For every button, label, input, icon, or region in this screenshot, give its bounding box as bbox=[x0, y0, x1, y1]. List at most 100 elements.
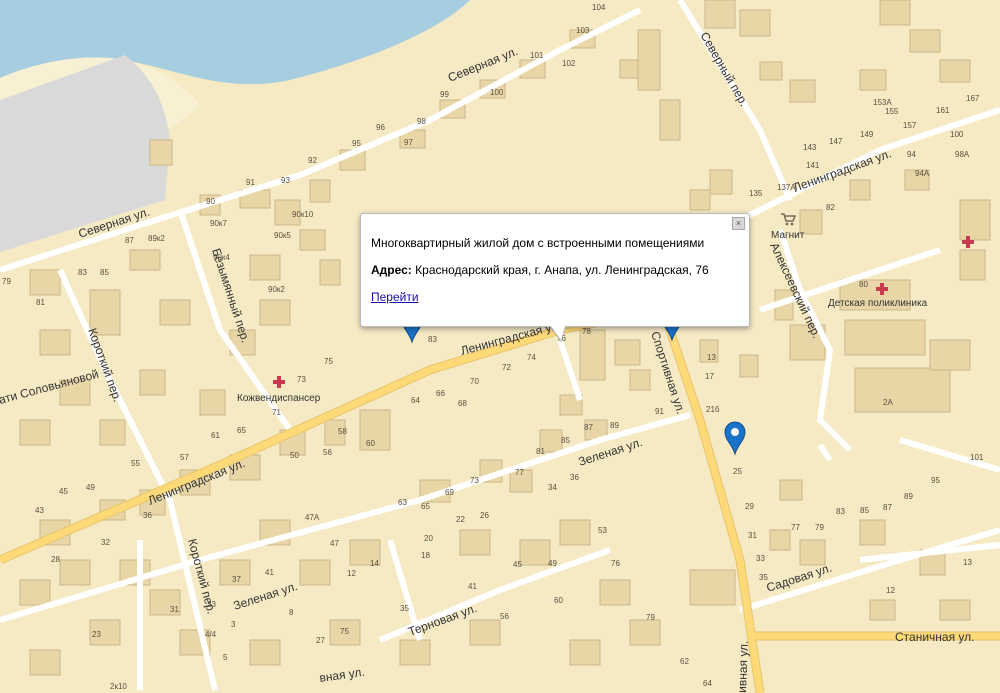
house-number: 55 bbox=[131, 459, 140, 468]
house-number: 18 bbox=[421, 551, 430, 560]
house-number: 64 bbox=[703, 679, 712, 688]
house-number: 37 bbox=[232, 575, 241, 584]
house-number: 47 bbox=[330, 539, 339, 548]
house-number: 2к10 bbox=[110, 682, 127, 691]
house-number: 70 bbox=[470, 377, 479, 386]
popup-tail bbox=[551, 326, 565, 340]
house-number: 91 bbox=[655, 407, 664, 416]
house-number: 3 bbox=[231, 620, 236, 629]
house-number: 36 bbox=[143, 511, 152, 520]
house-number: 97 bbox=[404, 138, 413, 147]
house-number: 101 bbox=[530, 51, 544, 60]
poi-label: Кожвендиспансер bbox=[237, 393, 321, 404]
house-number: 64 bbox=[411, 396, 420, 405]
house-number: 83 bbox=[78, 268, 87, 277]
house-number: 29 bbox=[745, 502, 754, 511]
poi-label: Детская поликлиника bbox=[828, 298, 928, 309]
house-number: 102 bbox=[562, 59, 576, 68]
house-number: 65 bbox=[237, 426, 246, 435]
house-number: 4/4 bbox=[205, 630, 217, 639]
house-number: 49 bbox=[86, 483, 95, 492]
house-number: 69 bbox=[445, 488, 454, 497]
house-number: 100 bbox=[950, 130, 964, 139]
house-number: 85 bbox=[100, 268, 109, 277]
house-number: 62 bbox=[680, 657, 689, 666]
house-number: 94 bbox=[907, 150, 916, 159]
house-number: 87 bbox=[125, 236, 134, 245]
house-number: 90 bbox=[206, 197, 215, 206]
house-number: 58 bbox=[338, 427, 347, 436]
house-number: 17 bbox=[705, 372, 714, 381]
house-number: 63 bbox=[398, 498, 407, 507]
house-number: 21б bbox=[706, 405, 720, 414]
house-number: 77 bbox=[791, 523, 800, 532]
house-number: 14 bbox=[370, 559, 379, 568]
house-number: 95 bbox=[352, 139, 361, 148]
house-number: 25 bbox=[733, 467, 742, 476]
popup-address-value: Краснодарский края, г. Анапа, ул. Ленинг… bbox=[415, 263, 709, 277]
house-number: 89 bbox=[610, 421, 619, 430]
house-number: 79 bbox=[815, 523, 824, 532]
house-number: 99 bbox=[440, 90, 449, 99]
house-number: 73 bbox=[297, 375, 306, 384]
house-number: 90к5 bbox=[274, 231, 291, 240]
house-number: 2А bbox=[883, 398, 893, 407]
house-number: 93 bbox=[281, 176, 290, 185]
house-number: 157 bbox=[903, 121, 917, 130]
house-number: 33 bbox=[756, 554, 765, 563]
house-number: 47А bbox=[305, 513, 320, 522]
house-number: 104 bbox=[592, 3, 606, 12]
house-number: 91 bbox=[246, 178, 255, 187]
house-number: 41 bbox=[468, 582, 477, 591]
house-number: 143 bbox=[803, 143, 817, 152]
house-number: 90к10 bbox=[292, 210, 314, 219]
house-number: 45 bbox=[513, 560, 522, 569]
house-number: 90к4 bbox=[213, 253, 230, 262]
close-icon[interactable]: × bbox=[732, 217, 745, 230]
house-number: 100 bbox=[490, 88, 504, 97]
house-number: 74 bbox=[527, 353, 536, 362]
house-number: 45 bbox=[59, 487, 68, 496]
poi-label: Магнит bbox=[771, 230, 805, 241]
house-number: 89 bbox=[904, 492, 913, 501]
house-number: 27 bbox=[316, 636, 325, 645]
house-number: 66 bbox=[436, 389, 445, 398]
house-number: 85 bbox=[860, 506, 869, 515]
house-number: 98 bbox=[417, 117, 426, 126]
house-number: 60 bbox=[366, 439, 375, 448]
house-number: 50 bbox=[290, 451, 299, 460]
house-number: 32 bbox=[101, 538, 110, 547]
house-number: 98А bbox=[955, 150, 970, 159]
house-number: 80 bbox=[859, 280, 868, 289]
house-number: 155 bbox=[885, 107, 899, 116]
house-number: 26 bbox=[480, 511, 489, 520]
house-number: 147 bbox=[829, 137, 843, 146]
map-canvas[interactable]: Северная ул. Северная ул. Северный пер. … bbox=[0, 0, 1000, 693]
house-number: 53 bbox=[598, 526, 607, 535]
house-number: 31 bbox=[170, 605, 179, 614]
house-number: 65 bbox=[421, 502, 430, 511]
house-number: 149 bbox=[860, 130, 874, 139]
house-number: 43 bbox=[35, 506, 44, 515]
house-number: 153А bbox=[873, 98, 892, 107]
house-number: 56 bbox=[323, 448, 332, 457]
house-number: 68 bbox=[458, 399, 467, 408]
house-number: 57 bbox=[180, 453, 189, 462]
popup-go-link[interactable]: Перейти bbox=[371, 290, 419, 304]
house-number: 79 bbox=[646, 613, 655, 622]
house-number: 31 bbox=[748, 531, 757, 540]
house-number: 12 bbox=[347, 569, 356, 578]
house-number: 76 bbox=[611, 559, 620, 568]
house-number: 82 bbox=[826, 203, 835, 212]
house-number: 167 bbox=[966, 94, 980, 103]
house-number: 13 bbox=[963, 558, 972, 567]
house-number: 85 bbox=[561, 436, 570, 445]
house-number: 13 bbox=[707, 353, 716, 362]
house-number: 89к2 bbox=[148, 234, 165, 243]
house-number: 22 bbox=[456, 515, 465, 524]
house-number: 23 bbox=[92, 630, 101, 639]
house-number: 8 bbox=[289, 608, 294, 617]
house-number: 35 bbox=[759, 573, 768, 582]
street-sportivnaya-2: ивная ул. bbox=[735, 640, 751, 693]
house-number: 87 bbox=[883, 503, 892, 512]
